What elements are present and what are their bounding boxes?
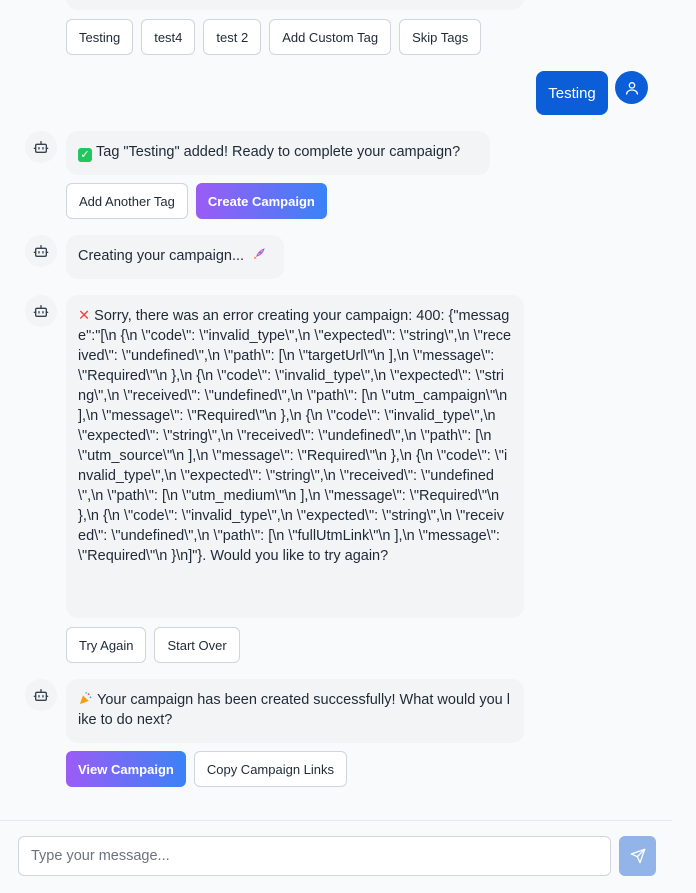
- previous-bot-message: [66, 0, 524, 10]
- tag-option-test-2[interactable]: test 2: [203, 19, 262, 55]
- send-button[interactable]: [619, 836, 656, 876]
- bot-message-tag-added: ✓ Tag "Testing" added! Ready to complete …: [66, 131, 490, 175]
- message-input[interactable]: [18, 836, 611, 876]
- tag-added-actions: Add Another Tag Create Campaign: [66, 183, 327, 219]
- success-actions: View Campaign Copy Campaign Links: [66, 751, 348, 787]
- view-campaign-button[interactable]: View Campaign: [66, 751, 186, 787]
- bot-avatar: [25, 679, 57, 711]
- cross-mark-icon: ✕: [78, 308, 91, 324]
- bot-icon: [33, 689, 49, 701]
- user-icon: [625, 81, 638, 95]
- send-icon: [630, 848, 645, 864]
- tag-options: Testing test4 test 2 Add Custom Tag Skip…: [66, 19, 482, 55]
- bot-message-text: Sorry, there was an error creating your …: [78, 308, 512, 564]
- user-message: Testing: [536, 71, 608, 115]
- rocket-icon: [254, 248, 265, 259]
- create-campaign-button[interactable]: Create Campaign: [195, 183, 327, 219]
- add-custom-tag-button[interactable]: Add Custom Tag: [269, 19, 392, 55]
- check-mark-icon: ✓: [78, 148, 92, 162]
- bot-avatar: [25, 295, 57, 327]
- start-over-button[interactable]: Start Over: [154, 627, 240, 663]
- message-composer: [0, 821, 696, 893]
- copy-campaign-links-button[interactable]: Copy Campaign Links: [193, 751, 348, 787]
- tag-option-testing[interactable]: Testing: [66, 19, 134, 55]
- bot-icon: [33, 245, 49, 257]
- bot-icon: [33, 141, 49, 153]
- bot-message-text: Tag "Testing" added! Ready to complete y…: [96, 144, 461, 160]
- party-popper-icon: [79, 692, 92, 705]
- bot-message-creating: Creating your campaign...: [66, 235, 284, 279]
- tag-option-test4[interactable]: test4: [141, 19, 196, 55]
- skip-tags-button[interactable]: Skip Tags: [399, 19, 482, 55]
- bot-message-error: ✕ Sorry, there was an error creating your…: [66, 295, 524, 618]
- bot-icon: [33, 305, 49, 317]
- user-avatar: [615, 71, 648, 104]
- error-actions: Try Again Start Over: [66, 627, 240, 663]
- bot-message-text: Creating your campaign...: [78, 248, 245, 264]
- add-another-tag-button[interactable]: Add Another Tag: [66, 183, 188, 219]
- bot-avatar: [25, 131, 57, 163]
- bot-avatar: [25, 235, 57, 267]
- bot-message-text: Your campaign has been created successfu…: [78, 692, 510, 728]
- try-again-button[interactable]: Try Again: [66, 627, 147, 663]
- chat-thread: Testing test4 test 2 Add Custom Tag Skip…: [0, 0, 672, 820]
- bot-message-success: Your campaign has been created successfu…: [66, 679, 524, 743]
